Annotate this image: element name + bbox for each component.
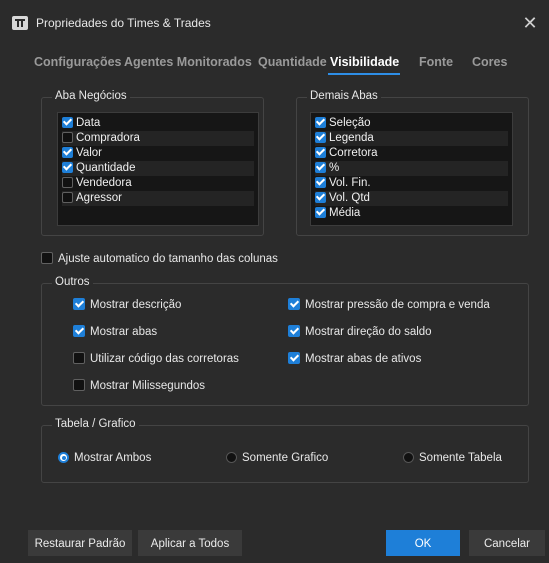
checkbox-unchecked-icon[interactable] bbox=[73, 379, 85, 391]
aba-negocios-list[interactable]: Data Compradora Valor Quantidade Vendedo… bbox=[57, 112, 259, 226]
radio-selected-icon[interactable] bbox=[58, 452, 69, 463]
list-item[interactable]: Compradora bbox=[62, 131, 254, 146]
tabela-grafico-title: Tabela / Grafico bbox=[52, 418, 139, 430]
option-label: Mostrar abas bbox=[90, 326, 158, 338]
list-item-label: Vol. Fin. bbox=[329, 177, 371, 189]
list-item-label: Média bbox=[329, 207, 361, 219]
restore-default-button[interactable]: Restaurar Padrão bbox=[28, 530, 132, 556]
mostrar-descricao-checkbox[interactable]: Mostrar descrição bbox=[73, 298, 181, 311]
list-item-label: Compradora bbox=[76, 132, 140, 144]
list-item[interactable]: Data bbox=[62, 116, 254, 131]
radio-somente-tabela[interactable]: Somente Tabela bbox=[403, 452, 502, 464]
list-item[interactable]: Vol. Fin. bbox=[315, 176, 508, 191]
close-button[interactable]: ✕ bbox=[520, 13, 540, 33]
radio-unselected-icon[interactable] bbox=[226, 452, 237, 463]
checkbox-unchecked-icon[interactable] bbox=[62, 192, 73, 203]
tab-quantidade[interactable]: Quantidade bbox=[258, 55, 327, 69]
checkbox-checked-icon[interactable] bbox=[288, 352, 300, 364]
demais-abas-title: Demais Abas bbox=[307, 90, 381, 102]
list-item-label: Legenda bbox=[329, 132, 374, 144]
option-label: Mostrar pressão de compra e venda bbox=[305, 299, 490, 311]
option-label: Mostrar abas de ativos bbox=[305, 353, 422, 365]
list-item[interactable]: Média bbox=[315, 206, 508, 221]
checkbox-unchecked-icon[interactable] bbox=[62, 177, 73, 188]
checkbox-checked-icon[interactable] bbox=[315, 132, 326, 143]
list-item[interactable]: Corretora bbox=[315, 146, 508, 161]
mostrar-milissegundos-checkbox[interactable]: Mostrar Milissegundos bbox=[73, 379, 205, 392]
list-item-label: Agressor bbox=[76, 192, 123, 204]
list-item-label: Seleção bbox=[329, 117, 371, 129]
checkbox-unchecked-icon[interactable] bbox=[62, 132, 73, 143]
list-item[interactable]: Vendedora bbox=[62, 176, 254, 191]
apply-all-button[interactable]: Aplicar a Todos bbox=[138, 530, 242, 556]
checkbox-checked-icon[interactable] bbox=[62, 162, 73, 173]
utilizar-codigo-corretoras-checkbox[interactable]: Utilizar código das corretoras bbox=[73, 352, 239, 365]
outros-title: Outros bbox=[52, 276, 93, 288]
cancel-button[interactable]: Cancelar bbox=[469, 530, 545, 556]
active-tab-indicator bbox=[328, 73, 400, 75]
list-item-label: Valor bbox=[76, 147, 102, 159]
checkbox-checked-icon[interactable] bbox=[315, 162, 326, 173]
list-item[interactable]: Agressor bbox=[62, 191, 254, 206]
list-item-label: Data bbox=[76, 117, 101, 129]
option-label: Mostrar descrição bbox=[90, 299, 182, 311]
list-item[interactable]: Quantidade bbox=[62, 161, 254, 176]
option-label: Somente Grafico bbox=[242, 452, 329, 464]
tab-agentes-monitorados[interactable]: Agentes Monitorados bbox=[124, 55, 252, 69]
checkbox-checked-icon[interactable] bbox=[315, 117, 326, 128]
list-item[interactable]: % bbox=[315, 161, 508, 176]
radio-mostrar-ambos[interactable]: Mostrar Ambos bbox=[58, 452, 151, 464]
auto-adjust-columns-checkbox[interactable]: Ajuste automatico do tamanho das colunas bbox=[41, 252, 278, 265]
tab-cores[interactable]: Cores bbox=[472, 55, 507, 69]
tab-fonte[interactable]: Fonte bbox=[419, 55, 453, 69]
mostrar-abas-checkbox[interactable]: Mostrar abas bbox=[73, 325, 157, 338]
checkbox-checked-icon[interactable] bbox=[73, 325, 85, 337]
aba-negocios-title: Aba Negócios bbox=[52, 90, 130, 102]
tab-visibilidade[interactable]: Visibilidade bbox=[330, 55, 399, 69]
list-item[interactable]: Legenda bbox=[315, 131, 508, 146]
list-item-label: Vendedora bbox=[76, 177, 132, 189]
mostrar-pressao-checkbox[interactable]: Mostrar pressão de compra e venda bbox=[288, 298, 490, 311]
checkbox-checked-icon[interactable] bbox=[315, 147, 326, 158]
checkbox-checked-icon[interactable] bbox=[288, 325, 300, 337]
list-item[interactable]: Valor bbox=[62, 146, 254, 161]
title-bar: Propriedades do Times & Trades ✕ bbox=[0, 0, 549, 44]
demais-abas-list[interactable]: Seleção Legenda Corretora % Vol. Fin. Vo… bbox=[310, 112, 513, 226]
checkbox-checked-icon[interactable] bbox=[288, 298, 300, 310]
list-item-label: % bbox=[329, 162, 340, 174]
option-label: Mostrar direção do saldo bbox=[305, 326, 432, 338]
option-label: Mostrar Milissegundos bbox=[90, 380, 206, 392]
mostrar-direcao-saldo-checkbox[interactable]: Mostrar direção do saldo bbox=[288, 325, 432, 338]
option-label: Somente Tabela bbox=[419, 452, 502, 464]
radio-unselected-icon[interactable] bbox=[403, 452, 414, 463]
checkbox-checked-icon[interactable] bbox=[315, 207, 326, 218]
demais-abas-group: Demais Abas Seleção Legenda Corretora % … bbox=[296, 90, 529, 236]
list-item[interactable]: Vol. Qtd bbox=[315, 191, 508, 206]
checkbox-checked-icon[interactable] bbox=[62, 117, 73, 128]
list-item-label: Vol. Qtd bbox=[329, 192, 370, 204]
app-logo-icon bbox=[12, 16, 28, 30]
checkbox-checked-icon[interactable] bbox=[315, 177, 326, 188]
tab-configuracoes[interactable]: Configurações bbox=[34, 55, 122, 69]
checkbox-checked-icon[interactable] bbox=[73, 298, 85, 310]
ok-button[interactable]: OK bbox=[386, 530, 460, 556]
checkbox-checked-icon[interactable] bbox=[315, 192, 326, 203]
auto-adjust-label: Ajuste automatico do tamanho das colunas bbox=[58, 253, 278, 265]
checkbox-unchecked-icon[interactable] bbox=[41, 252, 53, 264]
list-item[interactable]: Seleção bbox=[315, 116, 508, 131]
checkbox-unchecked-icon[interactable] bbox=[73, 352, 85, 364]
list-item-label: Quantidade bbox=[76, 162, 136, 174]
window-title: Propriedades do Times & Trades bbox=[36, 16, 211, 30]
checkbox-checked-icon[interactable] bbox=[62, 147, 73, 158]
aba-negocios-group: Aba Negócios Data Compradora Valor Quant… bbox=[41, 90, 264, 236]
close-icon: ✕ bbox=[522, 13, 538, 33]
mostrar-abas-ativos-checkbox[interactable]: Mostrar abas de ativos bbox=[288, 352, 421, 365]
option-label: Mostrar Ambos bbox=[74, 452, 152, 464]
option-label: Utilizar código das corretoras bbox=[90, 353, 239, 365]
radio-somente-grafico[interactable]: Somente Grafico bbox=[226, 452, 328, 464]
list-item-label: Corretora bbox=[329, 147, 378, 159]
